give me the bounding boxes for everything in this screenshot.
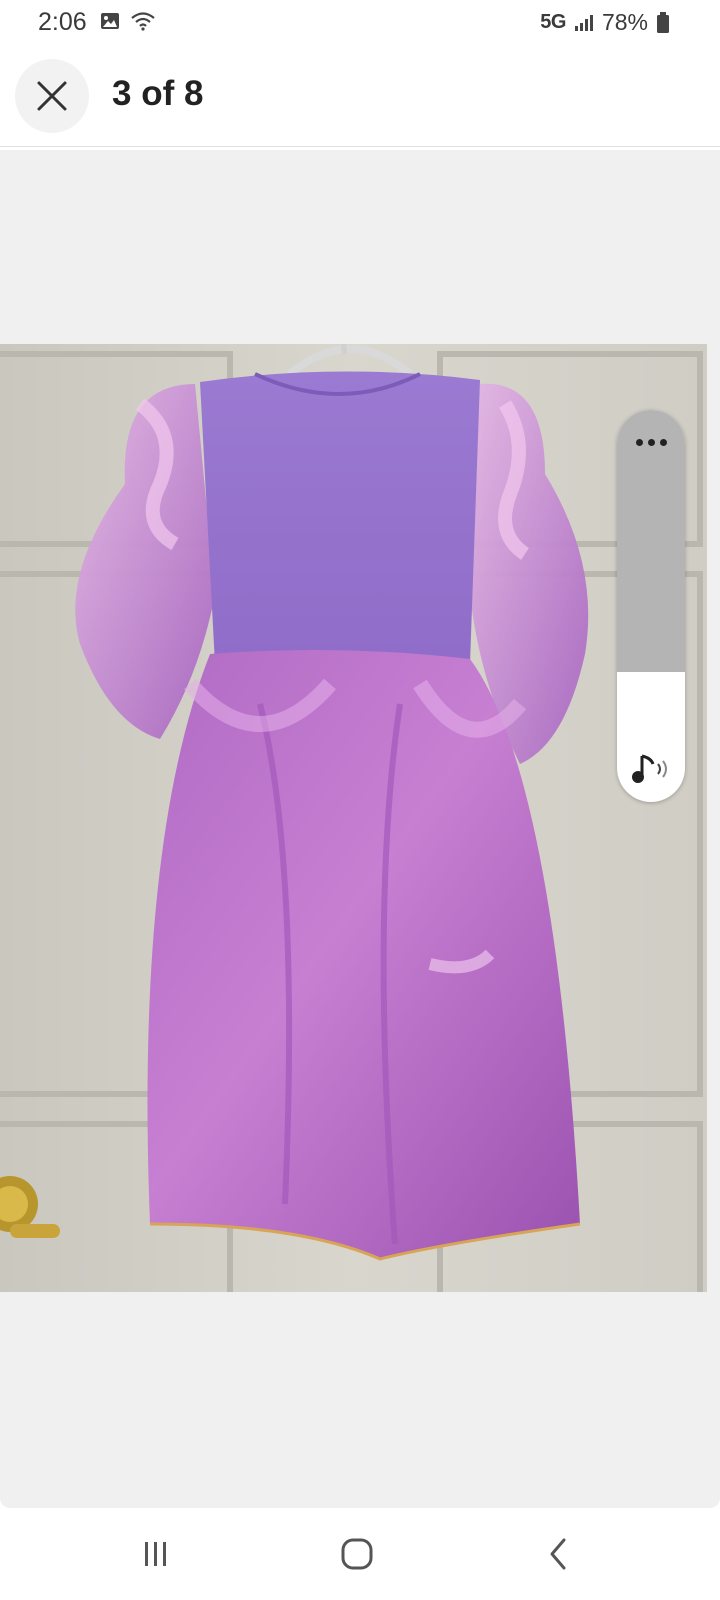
sound-icon[interactable]: [631, 752, 671, 786]
header: 3 of 8: [0, 46, 720, 147]
status-right: 5G 78%: [540, 9, 670, 36]
close-icon: [37, 81, 67, 111]
recents-icon: [145, 1542, 166, 1566]
back-icon: [550, 1538, 566, 1570]
image-viewer[interactable]: [0, 150, 720, 1508]
status-time: 2:06: [38, 8, 87, 36]
floating-panel: [617, 410, 685, 802]
dress-photo[interactable]: [0, 344, 707, 1292]
more-icon[interactable]: [617, 430, 685, 454]
signal-icon: [574, 14, 593, 31]
back-button[interactable]: [528, 1530, 588, 1578]
recents-button[interactable]: [126, 1530, 186, 1578]
status-left-icons: [100, 11, 156, 31]
network-label: 5G: [540, 11, 566, 33]
battery-icon: [657, 11, 669, 33]
battery-label: 78%: [601, 9, 648, 35]
status-bar: 2:06 5G 78%: [0, 0, 720, 46]
image-icon: [101, 13, 119, 29]
close-button[interactable]: [15, 59, 89, 133]
home-icon: [341, 1538, 373, 1570]
page-title: 3 of 8: [112, 74, 204, 113]
wifi-icon: [131, 12, 155, 31]
home-button[interactable]: [327, 1530, 387, 1578]
dress-image: [0, 344, 707, 1292]
panel-handle[interactable]: [617, 410, 685, 672]
navigation-bar: [0, 1508, 720, 1600]
